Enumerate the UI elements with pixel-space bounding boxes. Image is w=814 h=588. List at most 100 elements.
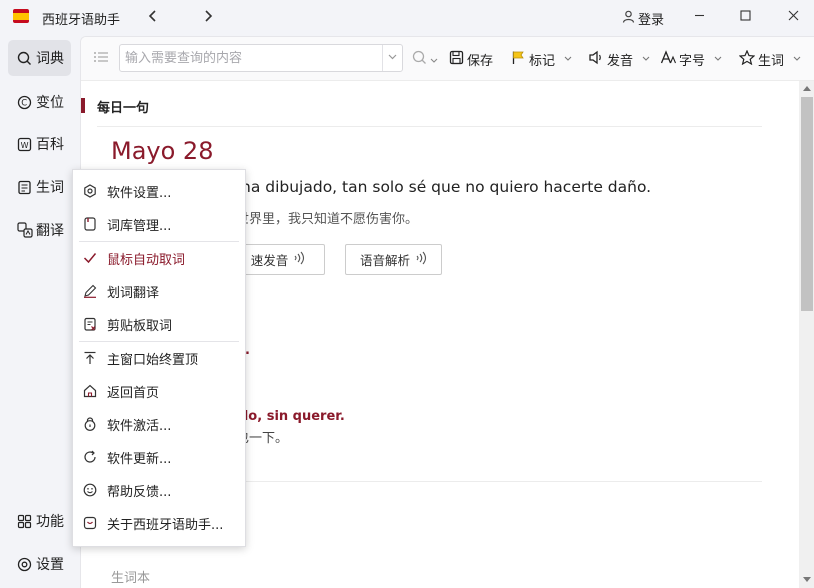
pronounce-button[interactable]: 发音 (588, 47, 650, 71)
svg-text:C: C (21, 98, 27, 108)
menu-item-label: 划词翻译 (107, 285, 160, 301)
search-icon (412, 50, 427, 69)
wordbook-button[interactable]: 生词 (738, 47, 801, 71)
sidebar-item-label: 百科 (36, 137, 64, 153)
font-size-label: 字号 (679, 53, 706, 69)
smile-icon (83, 483, 97, 497)
menu-item-always-on-top[interactable]: 主窗口始终置顶 (73, 343, 245, 373)
sidebar-item-wordlist[interactable]: 生词 (8, 169, 71, 205)
sidebar-item-dictionary[interactable]: 词典 (8, 40, 71, 76)
search-history-dropdown[interactable] (382, 45, 402, 71)
sidebar-item-label: 翻译 (36, 223, 64, 239)
menu-item-label: 鼠标自动取词 (107, 252, 186, 268)
menu-item-about[interactable]: 关于西班牙语助手... (73, 508, 245, 538)
mark-button[interactable]: 标记 (511, 47, 572, 71)
pronounce-label: 发音 (607, 53, 634, 69)
star-icon (738, 48, 756, 69)
search-input[interactable] (120, 45, 380, 71)
speaker-icon (588, 50, 604, 69)
example-sentence-fragment: do, sin querer. (239, 409, 345, 424)
section-title: 每日一句 (97, 101, 150, 116)
translate-icon (16, 222, 33, 239)
scrollbar-thumb[interactable] (801, 97, 813, 311)
speech-analysis-button[interactable]: 语音解析 (345, 244, 442, 275)
menu-separator (79, 241, 239, 242)
maximize-button[interactable] (732, 5, 758, 29)
sound-wave-icon (293, 251, 305, 268)
login-button[interactable]: 登录 (622, 9, 664, 28)
chevron-down-icon (793, 54, 801, 64)
vertical-scrollbar[interactable] (799, 81, 814, 588)
chevron-left-icon[interactable] (143, 6, 163, 28)
search-icon (16, 50, 33, 67)
menu-separator (79, 341, 239, 342)
minimize-button[interactable] (686, 5, 712, 29)
daily-sentence-spanish: na dibujado, tan solo sé que no quiero h… (241, 178, 652, 196)
conjugation-icon: C (16, 94, 33, 111)
menu-item-label: 主窗口始终置顶 (107, 352, 199, 368)
menu-item-update[interactable]: 软件更新... (73, 442, 245, 472)
section-accent-bar (81, 98, 85, 113)
menu-item-dictionary-manage[interactable]: 词库管理... (73, 209, 245, 239)
wordlist-icon (16, 179, 33, 196)
menu-item-label: 关于西班牙语助手... (107, 517, 224, 533)
login-label: 登录 (638, 13, 665, 28)
svg-text:W: W (21, 141, 29, 150)
sidebar-item-encyclopedia[interactable]: W 百科 (8, 126, 71, 162)
sidebar-item-label: 词典 (36, 51, 64, 67)
speech-analysis-label: 语音解析 (359, 253, 410, 268)
menu-item-activate[interactable]: 软件激活... (73, 409, 245, 439)
chevron-down-icon (714, 54, 722, 64)
section-divider (97, 126, 762, 127)
daily-sentence-chinese: 世界里，我只知道不愿伤害你。 (236, 212, 419, 227)
scroll-down-arrow-icon[interactable] (803, 577, 811, 583)
sidebar-item-label: 功能 (36, 514, 64, 530)
check-icon (83, 251, 97, 265)
menu-item-selection-translate[interactable]: 划词翻译 (73, 276, 245, 306)
app-logo-icon (13, 9, 29, 23)
sidebar-item-conjugation[interactable]: C 变位 (8, 84, 71, 120)
pen-icon (83, 284, 97, 298)
chevron-right-icon[interactable] (198, 6, 218, 28)
flag-icon (511, 50, 526, 69)
scroll-up-arrow-icon[interactable] (803, 85, 811, 91)
menu-item-auto-lookup[interactable]: 鼠标自动取词 (73, 243, 245, 273)
dictionary-manage-icon (83, 217, 97, 231)
search-button[interactable] (412, 47, 438, 71)
save-button[interactable]: 保存 (449, 47, 493, 71)
font-size-button[interactable]: 字号 (660, 47, 722, 71)
sidebar-item-label: 生词 (36, 180, 64, 196)
menu-item-help-feedback[interactable]: 帮助反馈... (73, 475, 245, 505)
sidebar-item-settings[interactable]: 设置 (8, 546, 71, 582)
menu-item-home[interactable]: 返回首页 (73, 376, 245, 406)
mark-label: 标记 (529, 53, 556, 69)
lock-icon (83, 417, 97, 431)
save-label: 保存 (467, 53, 494, 69)
clipboard-icon (83, 317, 97, 331)
close-button[interactable] (780, 5, 806, 29)
font-size-icon (660, 49, 677, 69)
sidebar-item-translate[interactable]: 翻译 (8, 212, 71, 248)
menu-item-settings[interactable]: 软件设置... (73, 176, 245, 206)
sidebar-item-functions[interactable]: 功能 (8, 503, 71, 539)
menu-item-clipboard-lookup[interactable]: 剪贴板取词 (73, 309, 245, 339)
app-title: 西班牙语助手 (42, 13, 121, 28)
list-icon[interactable] (93, 50, 109, 68)
chevron-down-icon (642, 54, 650, 64)
menu-item-label: 剪贴板取词 (107, 318, 173, 334)
menu-item-label: 返回首页 (107, 385, 160, 401)
encyclopedia-icon: W (16, 136, 33, 153)
search-box (119, 44, 403, 72)
menu-item-label: 帮助反馈... (107, 484, 172, 500)
daily-date: Mayo 28 (111, 137, 214, 165)
pin-top-icon (83, 351, 97, 365)
about-icon (83, 516, 97, 530)
wordbook-section-title: 生词本 (111, 571, 151, 586)
grid-icon (16, 513, 33, 530)
chevron-down-icon (564, 54, 572, 64)
title-bar: 西班牙语助手 登录 (0, 0, 814, 36)
menu-item-label: 软件更新... (107, 451, 172, 467)
settings-gear-icon (83, 184, 97, 198)
menu-item-label: 软件设置... (107, 185, 172, 201)
menu-item-label: 词库管理... (107, 218, 172, 234)
